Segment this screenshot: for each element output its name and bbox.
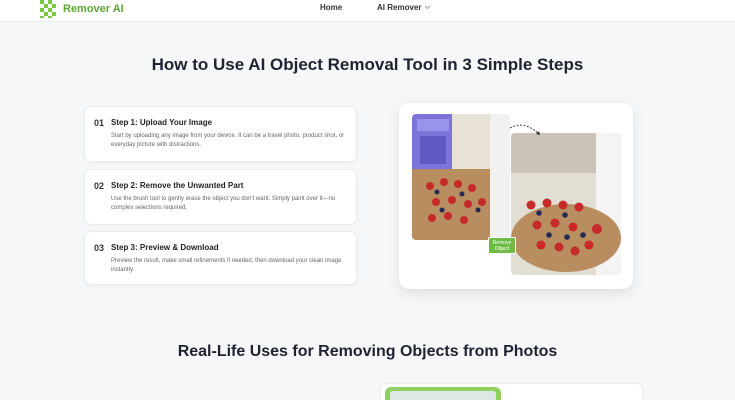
step-number: 02	[94, 181, 105, 191]
step-description: Use the brush tool to gently erase the o…	[111, 196, 336, 211]
before-image	[412, 114, 510, 240]
step-title: Step 1: Upload Your Image	[111, 118, 213, 127]
remove-sub-label: Object	[494, 246, 510, 252]
step-card-1: 01 Step 1: Upload Your Image Start by up…	[84, 106, 357, 162]
step-card-2: 02 Step 2: Remove the Unwanted Part Use …	[84, 169, 357, 225]
remove-object-button[interactable]: Remove Object	[488, 237, 516, 254]
nav-ai-remover-label: AI Remover	[377, 3, 422, 12]
step-card-3: 03 Step 3: Preview & Download Preview th…	[84, 231, 357, 285]
section-title-how-to: How to Use AI Object Removal Tool in 3 S…	[151, 55, 584, 74]
checker-logo-icon	[40, 0, 58, 18]
step-number: 03	[94, 243, 105, 253]
step-description: Start by uploading any image from your d…	[111, 133, 345, 148]
step-number: 01	[94, 118, 105, 128]
dashed-arrow-icon	[509, 124, 540, 135]
brand-logo-link[interactable]: Remover AI	[40, 0, 124, 18]
brand-name: Remover AI	[63, 3, 124, 15]
step-description: Preview the result, make small refinemen…	[111, 258, 342, 273]
step-title: Step 3: Preview & Download	[111, 243, 219, 252]
after-image	[511, 133, 621, 275]
use-case-thumbnail-image	[390, 391, 496, 400]
section-title-real-life-uses: Real-Life Uses for Removing Objects from…	[177, 343, 558, 360]
chevron-down-icon	[425, 5, 431, 10]
nav-ai-remover-dropdown[interactable]: AI Remover	[377, 3, 431, 12]
nav-home-link[interactable]: Home	[320, 3, 342, 12]
step-title: Step 2: Remove the Unwanted Part	[111, 181, 244, 190]
top-navigation-bar: Remover AI Home AI Remover	[0, 0, 735, 22]
